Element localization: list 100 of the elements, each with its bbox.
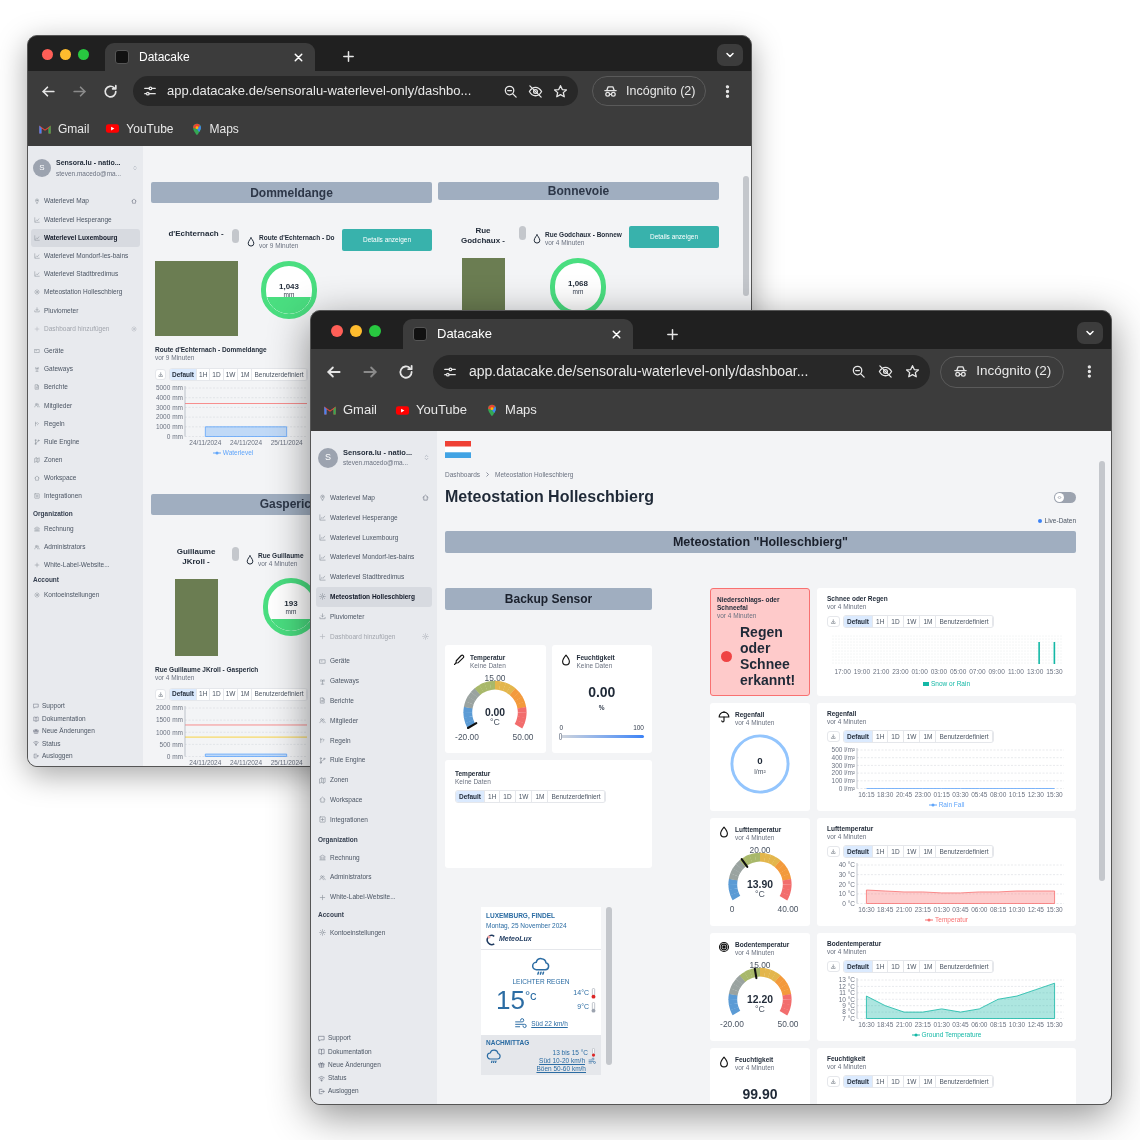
- code-icon: [1056, 493, 1063, 501]
- device-icon: [34, 347, 40, 354]
- cloud-rain-icon: [486, 1048, 502, 1064]
- tray-icon: [319, 613, 326, 621]
- logout-icon: [318, 1087, 325, 1095]
- browser-tab[interactable]: Datacake: [105, 43, 315, 71]
- gauge-value: 12.20: [747, 993, 773, 1005]
- map-icon: [319, 776, 326, 784]
- bookmark[interactable]: Maps: [485, 400, 537, 420]
- section-header: Bonnevoie: [438, 182, 719, 200]
- sensor-name: Guillaume JKroll -: [175, 546, 217, 567]
- star-icon[interactable]: [905, 364, 921, 379]
- bookmark[interactable]: YouTube: [105, 119, 174, 138]
- new-tab-icon[interactable]: [665, 327, 680, 342]
- branch-icon: [319, 756, 326, 764]
- reading-value: 99.90: [741, 1085, 779, 1104]
- chat-icon: [318, 1034, 325, 1042]
- legend-marker-icon: [212, 450, 221, 455]
- eye-off-icon[interactable]: [878, 364, 894, 379]
- address-bar[interactable]: app.datacake.de/sensoralu-waterlevel-only/dashboar...: [433, 354, 931, 389]
- drop-icon: [245, 554, 255, 565]
- avatar: S: [318, 447, 338, 468]
- tab-list-button[interactable]: [1077, 322, 1103, 344]
- gift-icon: [33, 728, 39, 734]
- minimize-window-button[interactable]: [60, 49, 71, 60]
- section-header: Backup Sensor: [445, 588, 652, 610]
- flag-icon: [445, 441, 471, 458]
- thermometer-icon: [591, 987, 596, 999]
- wind-icon: [588, 1057, 596, 1065]
- cloud-rain-icon: [531, 955, 551, 976]
- legend-swatch: [923, 681, 929, 686]
- scrollbar-thumb[interactable]: [606, 907, 612, 1065]
- umbrella-icon: [718, 711, 730, 723]
- gauge-scale-label: -20.00: [455, 732, 480, 742]
- bookmark[interactable]: Gmail: [38, 119, 90, 138]
- zoom-icon[interactable]: [503, 83, 518, 99]
- browser-tab[interactable]: Datacake: [403, 319, 633, 349]
- plussq-icon: [319, 816, 326, 824]
- drop-icon: [532, 234, 542, 244]
- address-bar[interactable]: app.datacake.de/sensoralu-waterlevel-only/dashbo...: [133, 76, 578, 106]
- download-icon: [830, 733, 837, 740]
- gauge-value: 1,068: [568, 279, 588, 288]
- bookmark[interactable]: YouTube: [394, 400, 468, 420]
- site-settings-icon[interactable]: [143, 84, 157, 98]
- scrollbar-thumb[interactable]: [743, 176, 749, 296]
- gauge-scale-label: 50.00: [512, 732, 534, 742]
- gear-icon: [319, 593, 326, 601]
- close-window-button[interactable]: [331, 325, 343, 337]
- favicon-icon: [413, 327, 427, 341]
- chat-icon: [33, 703, 39, 710]
- chevron-right-icon: [485, 472, 491, 477]
- legend-marker-icon: [911, 1032, 920, 1037]
- page-title: Meteostation Holleschbierg: [445, 487, 654, 507]
- gauge-ring: [730, 734, 790, 794]
- incognito-icon: [953, 364, 969, 379]
- current-temperature: 15: [496, 986, 525, 1015]
- gauge-scale-label: -20.00: [720, 1019, 744, 1029]
- line-icon: [319, 553, 326, 561]
- reload-icon[interactable]: [102, 82, 119, 100]
- drop-icon: [246, 237, 256, 247]
- slider-thumb[interactable]: [558, 732, 562, 740]
- code-toggle[interactable]: [1054, 491, 1076, 503]
- home-icon: [319, 796, 326, 804]
- maximize-window-button[interactable]: [78, 49, 89, 60]
- section-header: Gasperic: [151, 493, 311, 515]
- bookmark[interactable]: Gmail: [323, 400, 377, 420]
- rules-icon: [319, 736, 326, 744]
- site-settings-icon[interactable]: [443, 364, 457, 379]
- gauge-scale-label: 15.00: [484, 674, 506, 684]
- scrollbar-thumb[interactable]: [232, 229, 239, 243]
- book-icon: [33, 715, 39, 722]
- maximize-window-button[interactable]: [369, 325, 381, 337]
- plus-icon: [319, 893, 326, 901]
- star-icon[interactable]: [553, 83, 568, 99]
- gauge-scale-label: 0: [729, 904, 735, 914]
- favicon-icon: [115, 50, 129, 64]
- new-tab-icon[interactable]: [341, 49, 356, 64]
- gauge-value: 0.00: [485, 706, 506, 718]
- tab-list-button[interactable]: [717, 44, 743, 66]
- play-button-icon: [105, 121, 121, 136]
- wifi-icon: [33, 740, 39, 747]
- zoom-icon[interactable]: [851, 364, 867, 379]
- scrollbar-thumb[interactable]: [519, 226, 526, 240]
- temperature-unit: °c: [524, 988, 537, 1005]
- reload-icon[interactable]: [397, 362, 415, 381]
- plussq-icon: [34, 493, 40, 500]
- close-window-button[interactable]: [42, 49, 53, 60]
- avatar: S: [33, 159, 51, 178]
- bookmark[interactable]: Maps: [189, 119, 239, 138]
- wind-icon: [514, 1017, 528, 1031]
- legend-marker-icon: [928, 802, 937, 807]
- scrollbar-thumb[interactable]: [1099, 461, 1105, 881]
- minimize-window-button[interactable]: [350, 325, 362, 337]
- gauge-arc: [463, 680, 527, 729]
- reading-value: 0.00: [587, 683, 617, 702]
- scrollbar-thumb[interactable]: [232, 546, 239, 561]
- antenna-icon: [34, 366, 40, 373]
- eye-off-icon[interactable]: [528, 83, 543, 99]
- users-icon: [319, 873, 326, 881]
- line-icon: [34, 252, 40, 259]
